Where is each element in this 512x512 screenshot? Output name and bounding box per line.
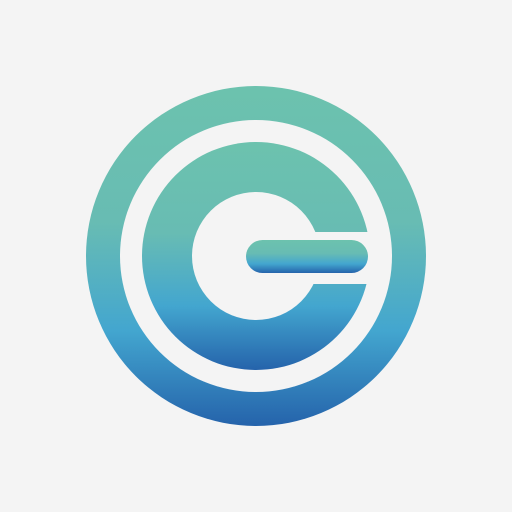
logo-canvas xyxy=(0,0,512,512)
logo-bar xyxy=(246,240,368,273)
power-c-logo-icon xyxy=(86,86,426,426)
